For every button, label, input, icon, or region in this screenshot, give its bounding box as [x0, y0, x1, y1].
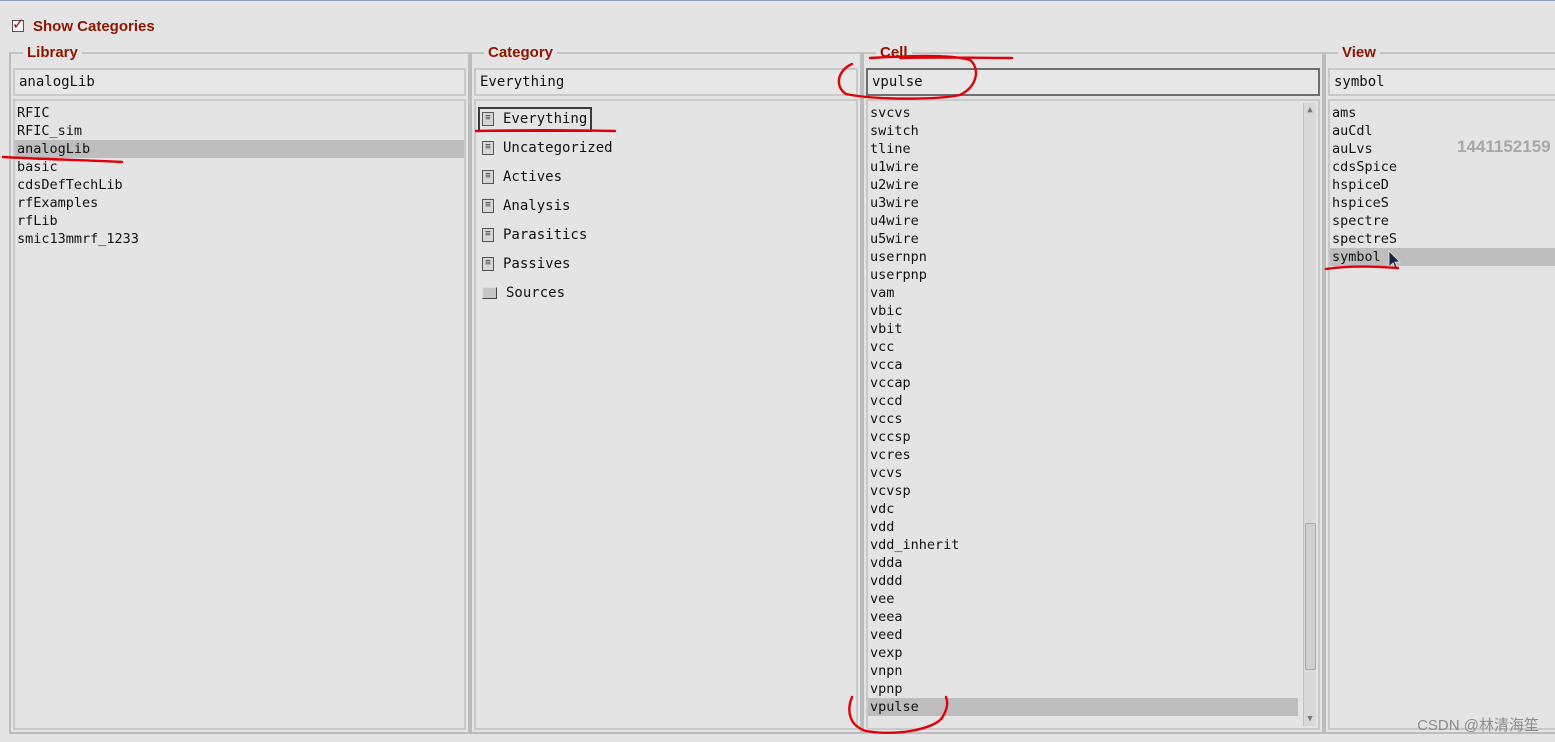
- list-item[interactable]: ams: [1330, 104, 1555, 122]
- cell-list-scrollbar[interactable]: ▲ ▼: [1303, 103, 1316, 726]
- view-input[interactable]: symbol: [1328, 68, 1555, 96]
- list-item[interactable]: userpnp: [868, 266, 1298, 284]
- scroll-up-arrow-icon[interactable]: ▲: [1305, 105, 1315, 115]
- checkmark-icon: ✓: [12, 15, 25, 33]
- list-item[interactable]: vcres: [868, 446, 1298, 464]
- list-item[interactable]: vpulse: [868, 698, 1298, 716]
- list-item[interactable]: symbol: [1330, 248, 1555, 266]
- category-item[interactable]: ≡ Analysis: [476, 191, 856, 220]
- library-input[interactable]: analogLib: [13, 68, 466, 96]
- list-item[interactable]: vbic: [868, 302, 1298, 320]
- list-item[interactable]: cdsDefTechLib: [15, 176, 464, 194]
- library-list[interactable]: RFIC RFIC_sim analogLib basic cdsDefTechLib r…: [13, 99, 466, 730]
- list-item[interactable]: vexp: [868, 644, 1298, 662]
- document-icon: ≡: [482, 169, 494, 184]
- category-item-label: Parasitics: [503, 226, 588, 243]
- list-item[interactable]: vccsp: [868, 428, 1298, 446]
- library-title: Library: [23, 44, 82, 62]
- list-item[interactable]: vbit: [868, 320, 1298, 338]
- list-item[interactable]: vee: [868, 590, 1298, 608]
- list-item[interactable]: u4wire: [868, 212, 1298, 230]
- category-item-label: Everything: [503, 110, 588, 127]
- show-categories-toggle[interactable]: ✓ Show Categories: [12, 15, 155, 36]
- cell-title: Cell: [876, 44, 912, 62]
- list-item[interactable]: rfLib: [15, 212, 464, 230]
- list-item[interactable]: u3wire: [868, 194, 1298, 212]
- list-item[interactable]: vdd: [868, 518, 1298, 536]
- list-item[interactable]: vdc: [868, 500, 1298, 518]
- list-item[interactable]: rfExamples: [15, 194, 464, 212]
- window-top-border: [0, 0, 1555, 1]
- list-item[interactable]: usernpn: [868, 248, 1298, 266]
- list-item[interactable]: u5wire: [868, 230, 1298, 248]
- list-item[interactable]: vam: [868, 284, 1298, 302]
- category-item[interactable]: ≡ Actives: [476, 162, 856, 191]
- list-item[interactable]: u2wire: [868, 176, 1298, 194]
- list-item[interactable]: vddd: [868, 572, 1298, 590]
- csdn-credit: CSDN @林清海笙: [1417, 717, 1539, 734]
- list-item[interactable]: spectreS: [1330, 230, 1555, 248]
- list-item[interactable]: vccs: [868, 410, 1298, 428]
- list-item[interactable]: switch: [868, 122, 1298, 140]
- list-item[interactable]: vdd_inherit: [868, 536, 1298, 554]
- folder-icon: [482, 286, 497, 299]
- list-item[interactable]: vccap: [868, 374, 1298, 392]
- show-categories-label: Show Categories: [33, 17, 155, 35]
- list-item[interactable]: veea: [868, 608, 1298, 626]
- list-item[interactable]: spectre: [1330, 212, 1555, 230]
- category-item[interactable]: ≡ Everything: [476, 104, 856, 133]
- cell-panel: Cell vpulse svcvs switch tline u1wire u2wire…: [862, 44, 1324, 734]
- list-item[interactable]: RFIC_sim: [15, 122, 464, 140]
- category-item[interactable]: ≡ Parasitics: [476, 220, 856, 249]
- category-item[interactable]: Sources: [476, 278, 856, 307]
- category-item[interactable]: ≡ Passives: [476, 249, 856, 278]
- category-list[interactable]: ≡ Everything ≡ Uncategorized ≡ Actives ≡ Analys…: [474, 99, 858, 730]
- list-item[interactable]: vcvs: [868, 464, 1298, 482]
- view-title: View: [1338, 44, 1380, 62]
- list-item[interactable]: cdsSpice: [1330, 158, 1555, 176]
- list-item[interactable]: vpnp: [868, 680, 1298, 698]
- scroll-down-arrow-icon[interactable]: ▼: [1305, 714, 1315, 724]
- list-item[interactable]: smic13mmrf_1233: [15, 230, 464, 248]
- cell-input[interactable]: vpulse: [866, 68, 1320, 96]
- list-item[interactable]: u1wire: [868, 158, 1298, 176]
- category-title: Category: [484, 44, 558, 62]
- category-item-label: Passives: [503, 255, 571, 272]
- list-item[interactable]: RFIC: [15, 104, 464, 122]
- category-item-label: Sources: [506, 284, 566, 301]
- list-item[interactable]: vcc: [868, 338, 1298, 356]
- list-item[interactable]: vdda: [868, 554, 1298, 572]
- category-item-label: Analysis: [503, 197, 571, 214]
- list-item[interactable]: tline: [868, 140, 1298, 158]
- list-item[interactable]: vcca: [868, 356, 1298, 374]
- document-icon: ≡: [482, 198, 494, 213]
- list-item[interactable]: vcvsp: [868, 482, 1298, 500]
- library-panel: Library analogLib RFIC RFIC_sim analogLib b…: [9, 44, 470, 734]
- category-item[interactable]: ≡ Uncategorized: [476, 133, 856, 162]
- list-item[interactable]: basic: [15, 158, 464, 176]
- list-item[interactable]: hspiceS: [1330, 194, 1555, 212]
- list-item[interactable]: hspiceD: [1330, 176, 1555, 194]
- document-icon: ≡: [482, 227, 494, 242]
- document-icon: ≡: [482, 111, 494, 126]
- view-list[interactable]: ams auCdl auLvs cdsSpice hspiceD hspiceS spect…: [1328, 99, 1555, 730]
- category-input[interactable]: Everything: [474, 68, 858, 96]
- category-item-label: Actives: [503, 168, 563, 185]
- list-item[interactable]: svcvs: [868, 104, 1298, 122]
- list-item[interactable]: vnpn: [868, 662, 1298, 680]
- document-icon: ≡: [482, 256, 494, 271]
- scrollbar-thumb[interactable]: [1305, 523, 1316, 670]
- document-icon: ≡: [482, 140, 494, 155]
- show-categories-checkbox[interactable]: ✓: [12, 15, 25, 33]
- list-item[interactable]: vccd: [868, 392, 1298, 410]
- category-item-label: Uncategorized: [503, 139, 613, 156]
- list-item[interactable]: analogLib: [15, 140, 464, 158]
- category-panel: Category Everything ≡ Everything ≡ Uncatego…: [470, 44, 862, 734]
- watermark-text: 1441152159: [1457, 137, 1551, 156]
- cell-list[interactable]: svcvs switch tline u1wire u2wire u3wire u4wire…: [866, 99, 1320, 730]
- list-item[interactable]: veed: [868, 626, 1298, 644]
